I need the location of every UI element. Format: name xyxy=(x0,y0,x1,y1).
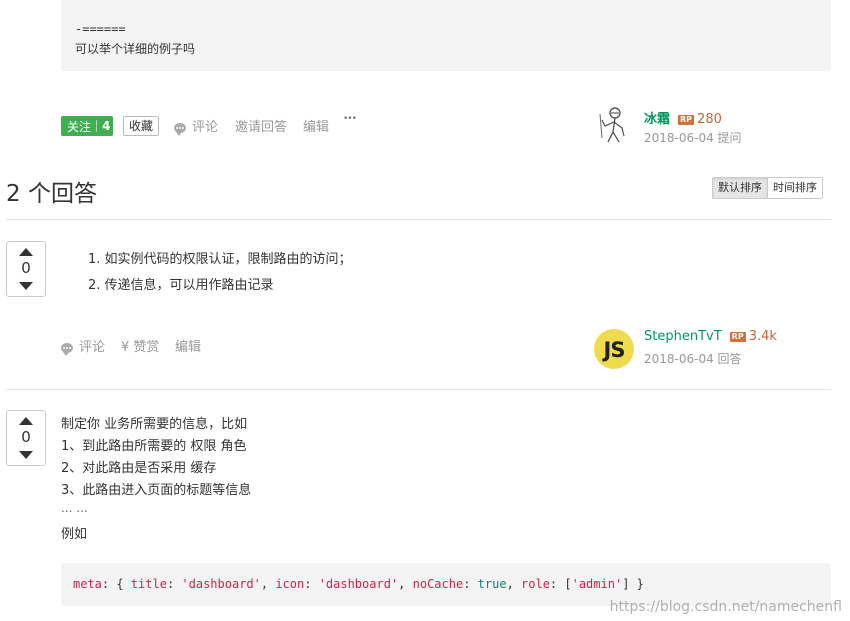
vote-widget: 0 xyxy=(6,241,46,297)
answer-text-line: 例如 xyxy=(61,527,88,542)
upvote-icon[interactable] xyxy=(19,248,33,256)
list-item: 1. 如实例代码的权限认证，限制路由的访问； xyxy=(88,248,352,267)
answers-count-title: 2 个回答 xyxy=(6,181,97,207)
js-logo-icon: JS xyxy=(603,338,626,362)
comment-label: 评论 xyxy=(79,340,106,355)
follow-count: 4 xyxy=(102,119,111,133)
answer-meta: 2018-06-04 回答 xyxy=(644,352,742,366)
more-icon[interactable]: ••• xyxy=(343,114,357,124)
avatar[interactable] xyxy=(594,104,634,144)
sketch-avatar-icon xyxy=(594,104,634,144)
list-item: 2. 传递信息，可以用作路由记录 xyxy=(88,274,274,293)
answer-text-line: ... ... xyxy=(61,501,88,515)
author-name[interactable]: StephenTvT xyxy=(644,329,722,344)
follow-divider xyxy=(96,120,98,132)
list-text: 如实例代码的权限认证，限制路由的访问； xyxy=(104,252,352,267)
answer-edit-link[interactable]: 编辑 xyxy=(175,336,201,355)
vote-count: 0 xyxy=(21,259,31,277)
rp-value: 3.4k xyxy=(748,329,777,344)
watermark: https://blog.csdn.net/namechenfl xyxy=(609,599,842,615)
author-name[interactable]: 冰霜 xyxy=(644,112,670,127)
upvote-icon[interactable] xyxy=(19,417,33,425)
comment-icon xyxy=(174,122,186,136)
list-text: 传递信息，可以用作路由记录 xyxy=(104,278,274,293)
question-author-line: 冰霜 RP 280 xyxy=(644,108,722,127)
question-comment-link[interactable]: 评论 xyxy=(174,116,219,136)
list-number: 1. xyxy=(88,252,101,267)
downvote-icon[interactable] xyxy=(19,451,33,459)
divider xyxy=(6,219,831,220)
code-line: meta: { title: 'dashboard', icon: 'dashb… xyxy=(73,577,644,591)
follow-label: 关注 xyxy=(67,119,92,134)
rp-value: 280 xyxy=(697,112,722,127)
collect-button[interactable]: 收藏 xyxy=(123,116,160,136)
vote-count: 0 xyxy=(21,428,31,446)
code-line: 可以举个详细的例子吗 xyxy=(75,42,196,56)
question-code-block: -====== 可以举个详细的例子吗 xyxy=(61,0,831,71)
answer-text-line: 2、对此路由是否采用 缓存 xyxy=(61,461,217,476)
follow-button[interactable]: 关注 4 xyxy=(61,116,113,136)
answer-comment-link[interactable]: 评论 xyxy=(61,336,106,356)
invite-answer-link[interactable]: 邀请回答 xyxy=(235,116,287,135)
code-line: -====== xyxy=(75,22,126,36)
question-meta: 2018-06-04 提问 xyxy=(644,131,742,145)
list-number: 2. xyxy=(88,278,101,293)
sort-toggle: 默认排序 时间排序 xyxy=(712,177,823,199)
answer-text-line: 1、到此路由所需要的 权限 角色 xyxy=(61,439,247,454)
question-edit-link[interactable]: 编辑 xyxy=(303,116,329,135)
rp-badge: RP xyxy=(678,114,695,125)
comment-icon xyxy=(61,342,73,356)
divider xyxy=(6,389,831,390)
vote-widget: 0 xyxy=(6,410,46,466)
comment-label: 评论 xyxy=(192,120,219,135)
sort-default-button[interactable]: 默认排序 xyxy=(713,178,768,198)
reward-link[interactable]: ¥ 赞赏 xyxy=(121,336,159,355)
rp-badge: RP xyxy=(729,331,746,342)
avatar[interactable]: JS xyxy=(594,329,634,369)
answer-author-line: StephenTvT RP 3.4k xyxy=(644,329,777,344)
downvote-icon[interactable] xyxy=(19,282,33,290)
sort-time-button[interactable]: 时间排序 xyxy=(768,178,822,198)
answer-text-line: 3、此路由进入页面的标题等信息 xyxy=(61,483,252,498)
answer-text-line: 制定你 业务所需要的信息，比如 xyxy=(61,417,248,432)
